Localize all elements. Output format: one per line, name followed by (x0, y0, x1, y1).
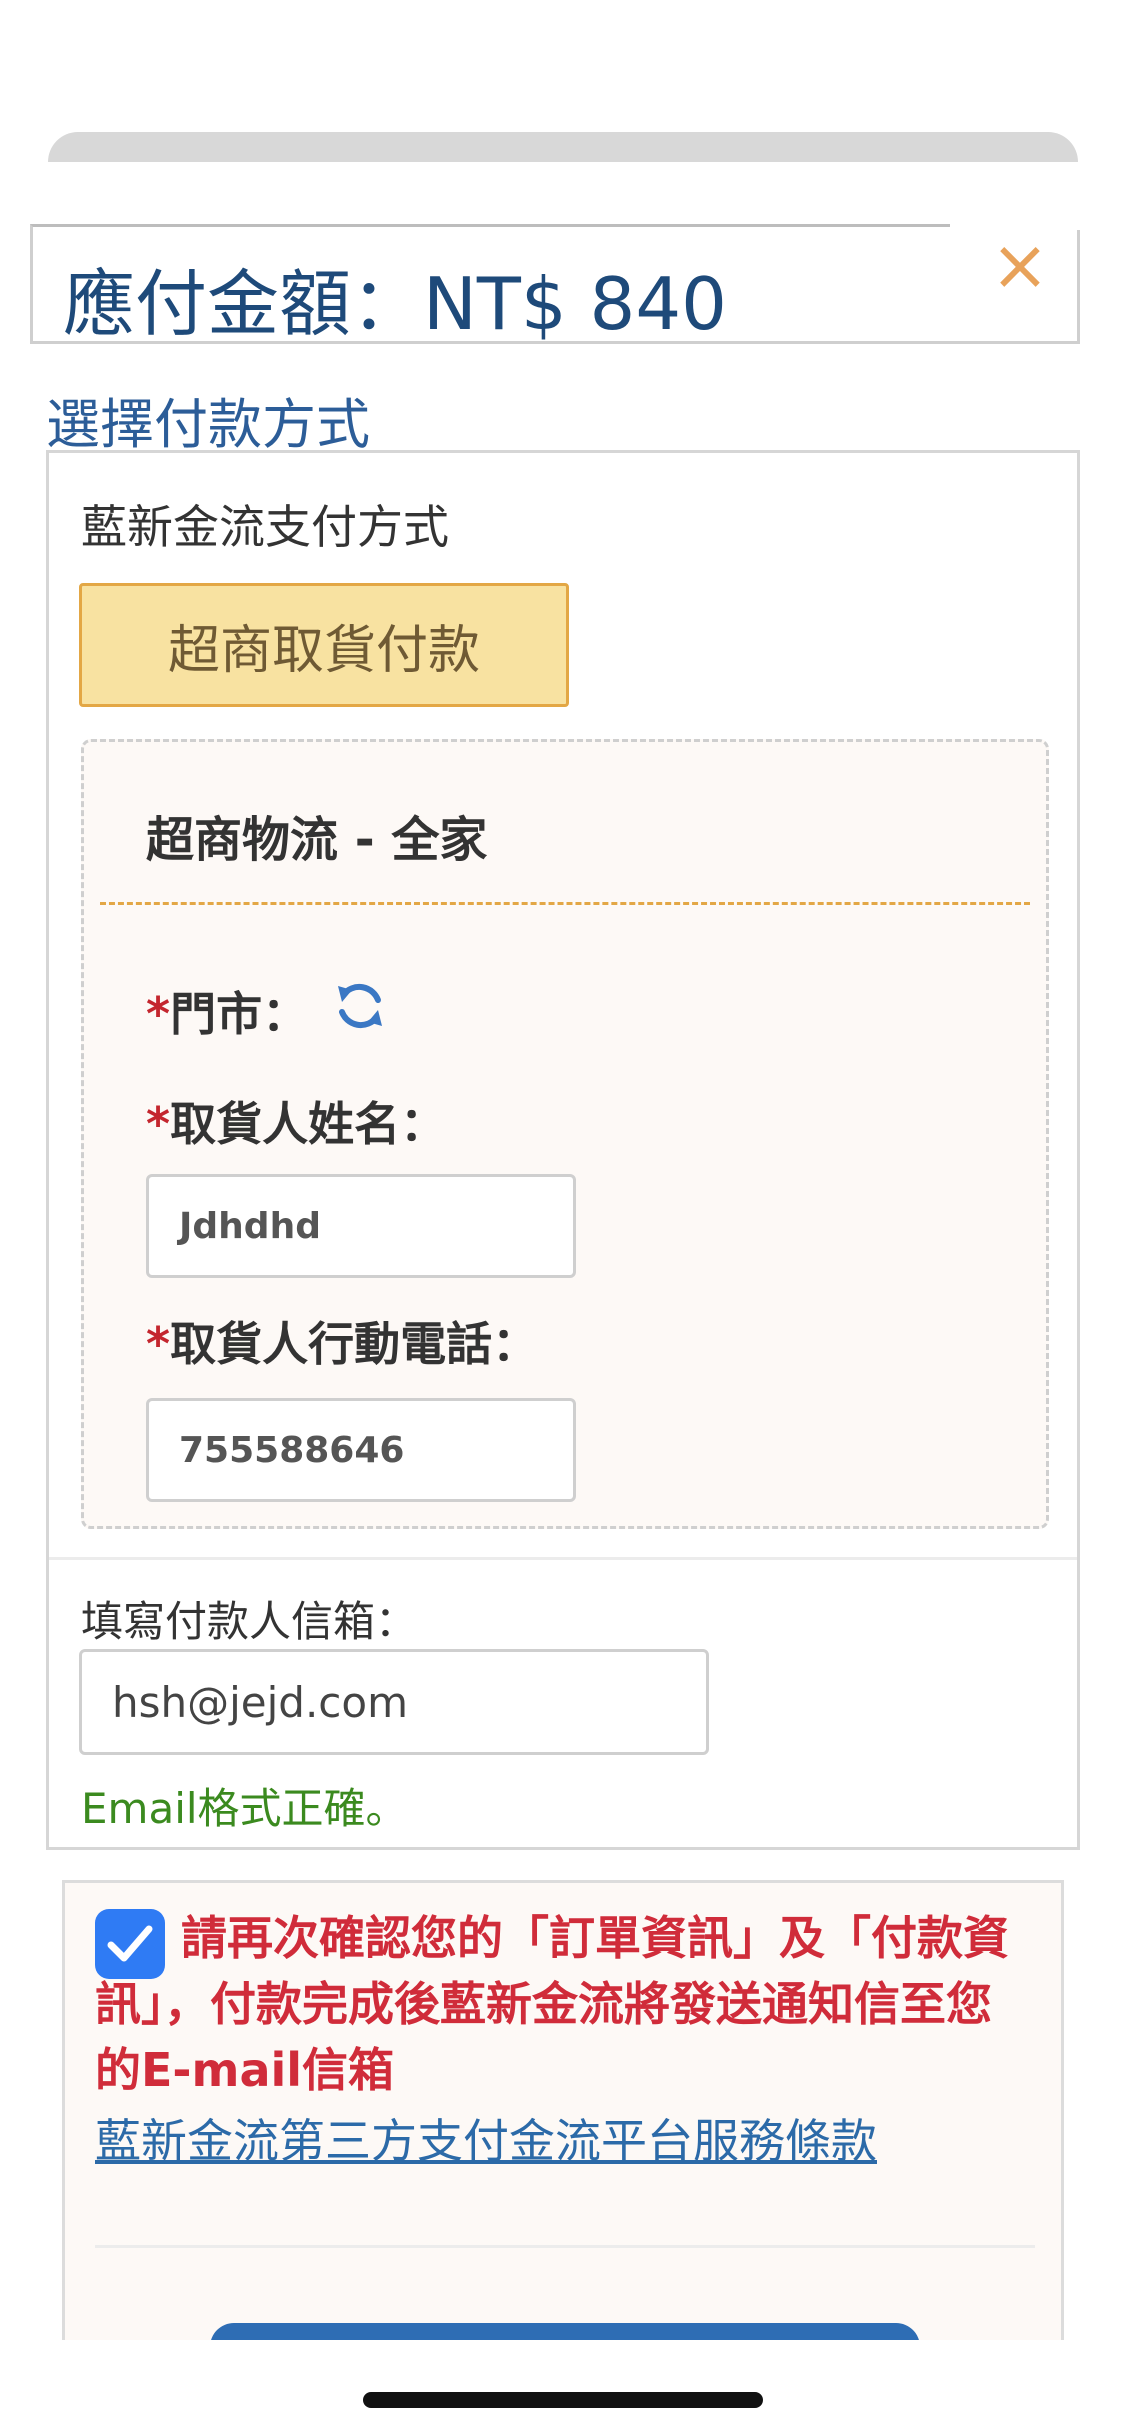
payment-panel: 藍新金流支付方式 超商取貨付款 超商物流 - 全家 *門市： *取貨人姓名： J… (46, 450, 1080, 1850)
section-title-payment-method: 選擇付款方式 (46, 393, 370, 456)
submit-button[interactable] (210, 2323, 920, 2340)
required-mark: * (146, 1097, 171, 1151)
cvs-pickup-payment-button[interactable]: 超商取貨付款 (79, 583, 569, 707)
recipient-name-input[interactable]: Jdhdhd (146, 1174, 576, 1278)
recipient-phone-input[interactable]: 755588646 (146, 1398, 576, 1502)
amount-title: 應付金額：NT$ 840 (63, 262, 727, 346)
store-label: *門市： (146, 978, 308, 1044)
store-label-text: 門市： (170, 987, 309, 1041)
amount-header: 應付金額：NT$ 840 (30, 224, 1080, 346)
panel-divider (49, 1557, 1077, 1560)
close-button[interactable]: × (990, 230, 1050, 300)
sheet-top-bar (48, 132, 1078, 162)
confirm-checkbox[interactable] (95, 1909, 165, 1979)
logistics-title: 超商物流 - 全家 (146, 812, 488, 868)
confirm-divider (95, 2245, 1035, 2248)
logistics-box: 超商物流 - 全家 *門市： *取貨人姓名： Jdhdhd *取貨人行動電話： … (81, 739, 1049, 1529)
home-indicator (363, 2392, 763, 2408)
recipient-phone-label-text: 取貨人行動電話： (170, 1317, 539, 1371)
recipient-phone-label: *取貨人行動電話： (146, 1308, 538, 1374)
required-mark: * (146, 1317, 171, 1371)
confirm-notice-text: 請再次確認您的「訂單資訊」及「付款資訊」，付款完成後藍新金流將發送通知信至您的E… (95, 1911, 1009, 2097)
checkmark-icon (107, 1925, 153, 1962)
email-validation-message: Email格式正確。 (81, 1784, 408, 1833)
recipient-name-label: *取貨人姓名： (146, 1088, 446, 1154)
terms-of-service-link[interactable]: 藍新金流第三方支付金流平台服務條款 (95, 2105, 877, 2171)
required-mark: * (146, 987, 171, 1041)
provider-label: 藍新金流支付方式 (81, 500, 449, 554)
recipient-name-label-text: 取貨人姓名： (170, 1097, 447, 1151)
confirm-panel: 請再次確認您的「訂單資訊」及「付款資訊」，付款完成後藍新金流將發送通知信至您的E… (62, 1880, 1064, 2340)
payer-email-input[interactable]: hsh@jejd.com (79, 1649, 709, 1755)
logistics-divider (100, 902, 1030, 905)
payer-email-label: 填寫付款人信箱： (81, 1597, 418, 1646)
refresh-icon[interactable] (332, 978, 388, 1034)
